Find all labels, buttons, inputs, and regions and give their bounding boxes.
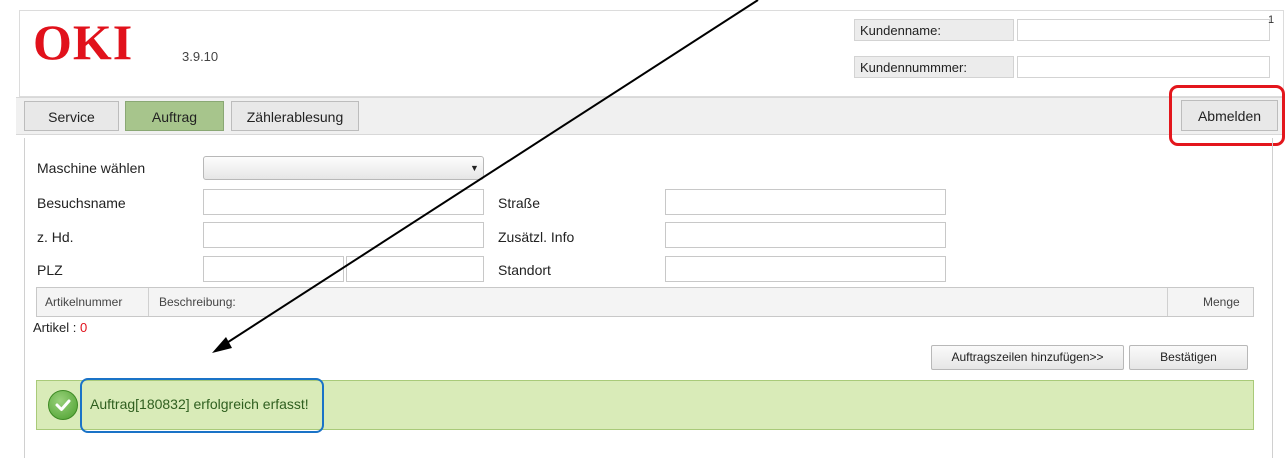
annotation-arrow [212,0,759,353]
